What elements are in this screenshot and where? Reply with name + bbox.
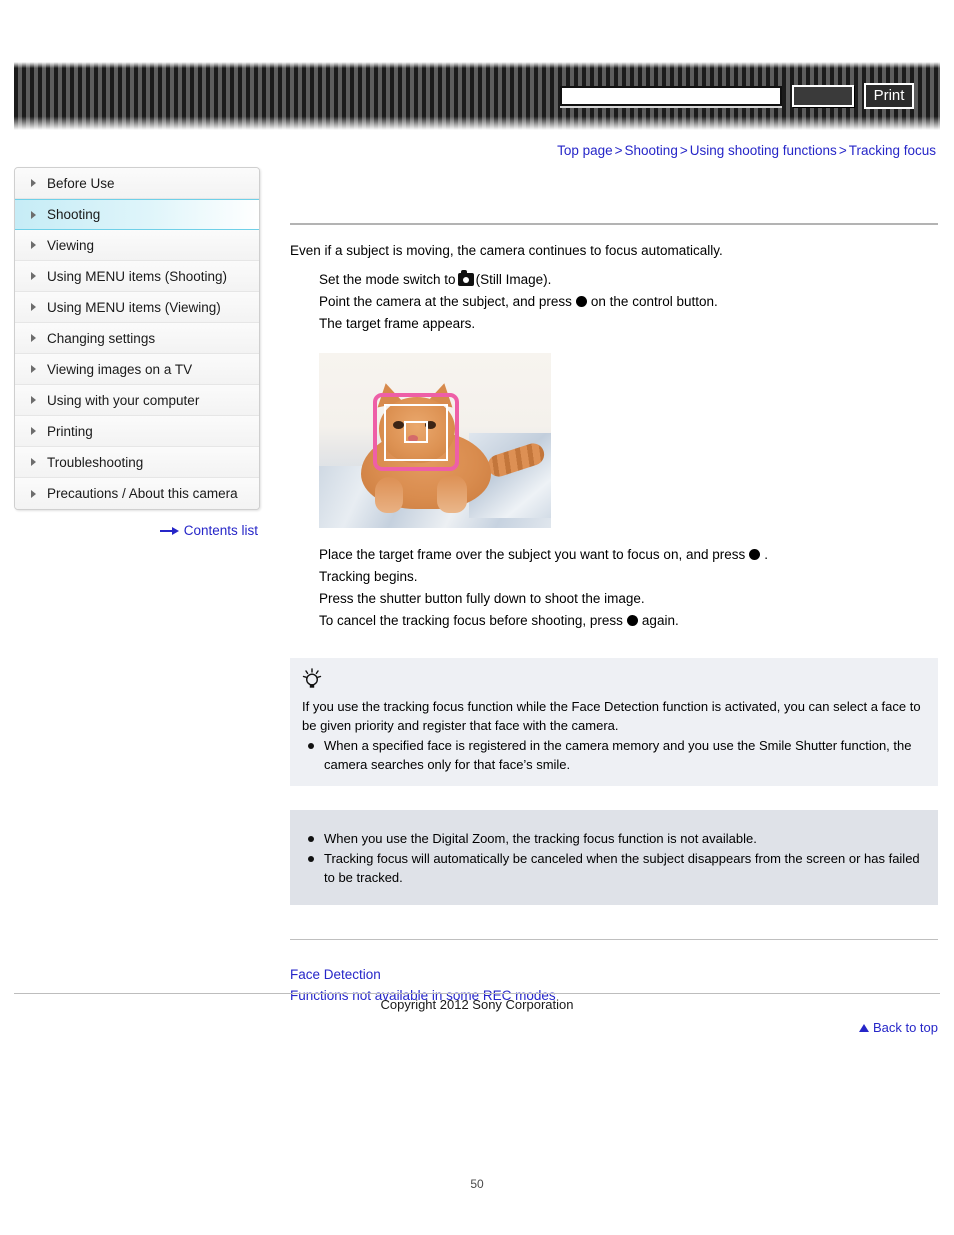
sidebar-item-label: Using MENU items (Viewing)	[47, 299, 221, 315]
step-text-before: The target frame appears.	[319, 316, 476, 331]
photo-cat-leg-right	[437, 475, 467, 513]
tip-bullet-item: When a specified face is registered in t…	[302, 736, 926, 774]
control-button-dot-icon	[749, 549, 761, 560]
lightbulb-tip-icon	[302, 668, 926, 695]
copyright-text: Copyright 2012 Sony Corporation	[380, 997, 574, 1012]
camera-icon	[457, 270, 474, 286]
header-controls: Print	[560, 83, 914, 109]
search-button[interactable]	[792, 85, 854, 107]
main-content: Even if a subject is moving, the camera …	[290, 167, 938, 1035]
chevron-right-icon	[31, 241, 36, 249]
breadcrumb-item-top-page[interactable]: Top page	[557, 143, 613, 158]
control-button-dot-icon	[626, 615, 638, 626]
step-text-after: .	[764, 547, 769, 562]
note-box: When you use the Digital Zoom, the track…	[290, 810, 938, 905]
tip-box: If you use the tracking focus function w…	[290, 658, 938, 786]
step-item: The target frame appears.	[290, 313, 938, 335]
step-text-after: again.	[641, 613, 679, 628]
sidebar-item-shooting[interactable]: Shooting	[15, 199, 259, 230]
sidebar-item-label: Precautions / About this camera	[47, 486, 238, 501]
step-text-before: Tracking begins.	[319, 569, 418, 584]
step-text-before: Place the target frame over the subject …	[319, 547, 746, 562]
tracking-focus-example-photo	[319, 353, 551, 528]
steps-after-image: Place the target frame over the subject …	[290, 544, 938, 632]
note-bullet-list: When you use the Digital Zoom, the track…	[302, 829, 926, 887]
intro-paragraph: Even if a subject is moving, the camera …	[290, 243, 723, 258]
sidebar-item-before-use[interactable]: Before Use	[15, 168, 259, 199]
breadcrumb-separator: >	[679, 143, 688, 158]
step-text-before: Point the camera at the subject, and pre…	[319, 294, 572, 309]
sidebar-item-label: Printing	[47, 423, 93, 439]
step-item: Tracking begins.	[290, 566, 938, 588]
back-to-top-label: Back to top	[872, 1020, 938, 1035]
chevron-right-icon	[31, 396, 36, 404]
sidebar-item-label: Viewing images on a TV	[47, 361, 193, 377]
note-bullet-item: When you use the Digital Zoom, the track…	[302, 829, 926, 848]
photo-cat-leg-left	[375, 477, 403, 513]
tip-text: If you use the tracking focus function w…	[302, 699, 921, 733]
step-item: Place the target frame over the subject …	[290, 544, 938, 566]
sidebar-item-precautions-about-this-camera[interactable]: Precautions / About this camera	[15, 478, 259, 509]
step-text-before: Press the shutter button fully down to s…	[319, 591, 645, 606]
target-frame-inner-icon	[404, 421, 428, 443]
breadcrumb-item-shooting[interactable]: Shooting	[625, 143, 678, 158]
breadcrumb-separator: >	[838, 143, 847, 158]
chevron-right-icon	[31, 179, 36, 187]
page-number: 50	[470, 1177, 484, 1191]
steps-before-image: Set the mode switch to (Still Image). Poi…	[290, 269, 938, 335]
sidebar-item-troubleshooting[interactable]: Troubleshooting	[15, 447, 259, 478]
breadcrumb-separator: >	[614, 143, 623, 158]
sidebar-item-label: Using MENU items (Shooting)	[47, 268, 228, 284]
step-text-before: Set the mode switch to	[319, 272, 456, 287]
sidebar-item-label: Shooting	[47, 207, 101, 222]
sidebar-item-using-menu-items-shooting[interactable]: Using MENU items (Shooting)	[15, 261, 259, 292]
control-button-dot-icon	[575, 296, 587, 307]
step-text-after: (Still Image).	[475, 272, 552, 287]
sidebar-item-viewing[interactable]: Viewing	[15, 230, 259, 261]
search-input[interactable]	[560, 86, 782, 106]
title-divider	[290, 223, 938, 225]
sidebar-item-label: Using with your computer	[47, 392, 200, 408]
contents-list-link[interactable]: Contents list	[14, 523, 258, 539]
sidebar-item-label: Before Use	[47, 175, 115, 191]
chevron-right-icon	[31, 334, 36, 342]
step-item: Set the mode switch to (Still Image).	[290, 269, 938, 291]
step-item: Point the camera at the subject, and pre…	[290, 291, 938, 313]
sidebar-item-using-menu-items-viewing[interactable]: Using MENU items (Viewing)	[15, 292, 259, 323]
sidebar-item-label: Viewing	[47, 237, 95, 253]
sidebar-item-label: Changing settings	[47, 330, 156, 346]
sidebar-item-label: Troubleshooting	[47, 454, 144, 470]
note-bullet-item: Tracking focus will automatically be can…	[302, 849, 926, 887]
step-text-before: To cancel the tracking focus before shoo…	[319, 613, 623, 628]
arrow-right-icon	[159, 524, 180, 539]
chevron-right-icon	[31, 489, 36, 498]
related-link-face-detection[interactable]: Face Detection	[290, 964, 938, 985]
sidebar-item-using-with-your-computer[interactable]: Using with your computer	[15, 385, 259, 416]
chevron-right-icon	[31, 272, 36, 280]
related-links-divider	[290, 939, 938, 940]
breadcrumb: Top page > Shooting > Using shooting functio…	[557, 143, 936, 158]
chevron-right-icon	[31, 365, 36, 373]
page-title	[290, 167, 938, 223]
contents-list-label: Contents list	[183, 523, 258, 538]
sidebar-item-printing[interactable]: Printing	[15, 416, 259, 447]
step-item: Press the shutter button fully down to s…	[290, 588, 938, 610]
breadcrumb-item-tracking-focus[interactable]: Tracking focus	[849, 143, 936, 158]
print-button[interactable]: Print	[864, 83, 914, 109]
breadcrumb-item-using-shooting-functions[interactable]: Using shooting functions	[690, 143, 837, 158]
sidebar-item-viewing-images-on-a-tv[interactable]: Viewing images on a TV	[15, 354, 259, 385]
triangle-up-icon	[858, 1024, 869, 1032]
sidebar-navigation: Before Use Shooting Viewing Using MENU i…	[14, 167, 260, 510]
back-to-top-link[interactable]: Back to top	[290, 1020, 938, 1035]
chevron-right-icon	[31, 427, 36, 435]
tip-bullet-list: When a specified face is registered in t…	[302, 736, 926, 774]
footer-divider	[14, 993, 940, 994]
chevron-right-icon	[31, 458, 36, 466]
chevron-right-icon	[31, 303, 36, 311]
step-item: To cancel the tracking focus before shoo…	[290, 610, 938, 632]
sidebar-item-changing-settings[interactable]: Changing settings	[15, 323, 259, 354]
step-text-after: on the control button.	[590, 294, 718, 309]
chevron-right-icon	[31, 210, 36, 219]
